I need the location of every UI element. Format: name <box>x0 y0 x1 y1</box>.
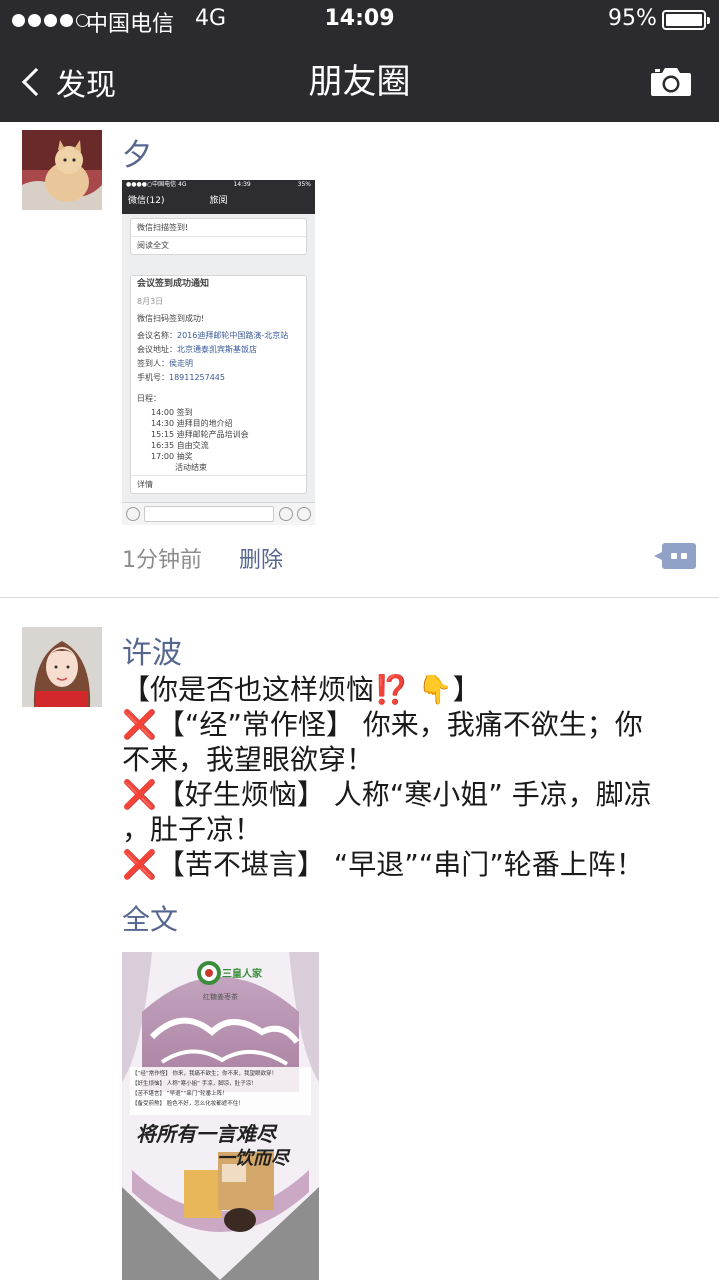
image-schedule-item: 15:15 迪拜邮轮产品培训会 <box>151 430 249 439</box>
post-text-line: ❌【好生烦恼】 人称“寒小姐” 手凉，脚凉 <box>122 778 652 811</box>
image-nav-bar: 微信(12) 旅阅 <box>122 189 315 214</box>
image-schedule-item: 14:30 迪拜目的地介绍 <box>151 419 233 428</box>
image-schedule-item: 活动结束 <box>175 463 207 472</box>
cross-mark-icon: ❌ <box>122 848 157 881</box>
poster-calligraphy: 一饮而尽 <box>217 1148 289 1169</box>
avatar[interactable] <box>22 627 102 707</box>
post-author-name[interactable]: 许波 <box>122 628 182 672</box>
post-text-line: 不来，我望眼欲穿！ <box>122 743 375 776</box>
image-card-text: 微信扫描签到! <box>137 223 189 232</box>
voice-icon <box>126 507 140 521</box>
post-image[interactable]: ●●●●○中国电信 4G 14:39 35% 微信(12) 旅阅 微信扫描签到!… <box>122 180 315 525</box>
emoji-icon <box>279 507 293 521</box>
image-input-box <box>144 506 274 522</box>
image-schedule-label: 日程： <box>137 394 161 403</box>
camera-icon[interactable] <box>650 65 692 97</box>
image-field: 会议地址：北京通泰凯宾斯基饭店 <box>137 345 257 354</box>
image-battery: 35% <box>297 181 311 188</box>
poster-list-item: 【好生烦恼】 人称“寒小姐” 手凉，脚凉，肚子凉！ <box>132 1081 257 1087</box>
page-title: 朋友圈 <box>308 62 411 102</box>
plus-icon <box>297 507 311 521</box>
post-author-name[interactable]: 夕 <box>122 130 152 174</box>
image-notice-card: 会议签到成功通知 8月3日 微信扫码签到成功! 会议名称：2016迪拜邮轮中国路… <box>130 275 307 494</box>
status-bar: 中国电信 4G 14:09 95% <box>0 0 719 40</box>
image-field: 会议名称：2016迪拜邮轮中国路演-北京站 <box>137 331 289 340</box>
poster-list: 【“经”常作怪】 你来，我痛不欲生；你不来，我望眼欲穿！ 【好生烦恼】 人称“寒… <box>132 1069 313 1109</box>
poster-slogan: 红糖姜枣茶 <box>203 993 238 1001</box>
cross-mark-icon: ❌ <box>122 708 157 741</box>
post-text-line: 【你是否也这样烦恼⁉️ 👇】 <box>122 673 481 706</box>
battery-icon <box>662 10 710 30</box>
top-bar: 中国电信 4G 14:09 95% 发现 朋友圈 <box>0 0 719 122</box>
image-status-bar: ●●●●○中国电信 4G 14:39 35% <box>122 180 315 189</box>
image-field: 手机号：18911257445 <box>137 373 225 382</box>
image-time: 14:39 <box>233 181 251 188</box>
post-text-line: ❌【苦不堪言】 “早退”“串门”轮番上阵！ <box>122 848 644 881</box>
image-schedule-item: 14:00 签到 <box>151 408 193 417</box>
image-card-readall: 阅读全文 <box>131 236 306 254</box>
image-top-card: 微信扫描签到! 阅读全文 <box>130 218 307 255</box>
battery-percent: 95% <box>608 6 657 31</box>
image-notice-success: 微信扫码签到成功! <box>137 314 205 323</box>
image-notice-date: 8月3日 <box>137 297 164 306</box>
moment-post: 许波 【你是否也这样烦恼⁉️ 👇】 ❌【“经”常作怪】 你来，我痛不欲生；你 不… <box>0 598 719 1280</box>
post-image[interactable]: 三皇人家 红糖姜枣茶 【“经”常作怪】 你来，我痛不欲生；你不来，我望眼欲穿！ … <box>122 952 319 1280</box>
image-input-bar <box>122 502 315 525</box>
image-notice-title: 会议签到成功通知 <box>137 279 210 289</box>
image-field: 签到人：侯走明 <box>137 359 193 368</box>
full-text-link[interactable]: 全文 <box>122 898 178 938</box>
image-carrier: ●●●●○中国电信 4G <box>126 181 187 188</box>
nav-bar: 发现 朋友圈 <box>0 40 719 122</box>
poster-list-item: 【备受煎熬】 脸色不好，怎么化妆都遮不住！ <box>132 1101 244 1107</box>
delete-button[interactable]: 删除 <box>239 542 283 574</box>
avatar[interactable] <box>22 130 102 210</box>
poster-list-item: 【“经”常作怪】 你来，我痛不欲生；你不来，我望眼欲穿！ <box>132 1071 277 1077</box>
cross-mark-icon: ❌ <box>122 778 157 811</box>
moment-post: 夕 ●●●●○中国电信 4G 14:39 35% 微信(12) 旅阅 微信扫描签… <box>0 122 719 598</box>
image-schedule-item: 16:35 自由交流 <box>151 441 209 450</box>
image-notice-details: 详情 <box>131 475 306 493</box>
image-schedule-item: 17:00 抽奖 <box>151 452 193 461</box>
post-time: 1分钟前 <box>122 548 202 573</box>
post-text-line: ，肚子凉！ <box>122 813 263 846</box>
post-text-line: ❌【“经”常作怪】 你来，我痛不欲生；你 <box>122 708 643 741</box>
comment-icon[interactable] <box>654 543 696 569</box>
poster-calligraphy: 将所有一言难尽 <box>136 1122 276 1146</box>
image-nav-title: 旅阅 <box>209 196 228 206</box>
post-text: 【你是否也这样烦恼⁉️ 👇】 ❌【“经”常作怪】 你来，我痛不欲生；你 不来，我… <box>122 672 692 882</box>
poster-brand: 三皇人家 <box>222 969 262 980</box>
poster-list-item: 【苦不堪言】 “早退”“串门”轮番上阵！ <box>132 1091 228 1097</box>
